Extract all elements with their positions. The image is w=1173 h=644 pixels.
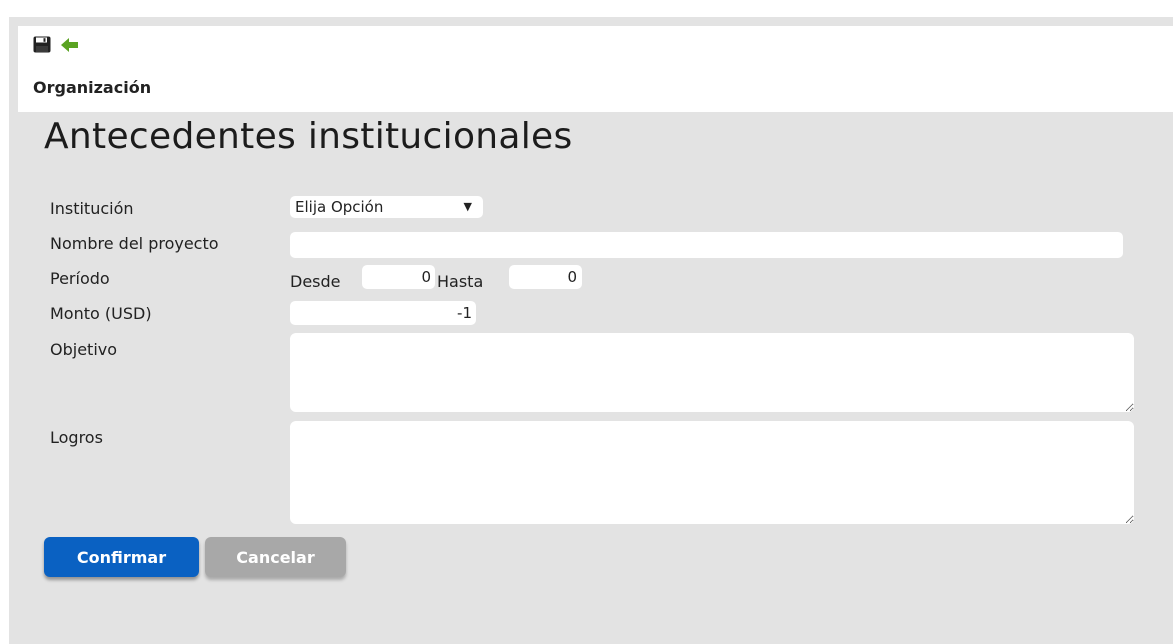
- institucion-label: Institución: [50, 199, 134, 218]
- save-icon[interactable]: [33, 36, 51, 53]
- logros-textarea[interactable]: [290, 421, 1134, 524]
- confirm-button[interactable]: Confirmar: [44, 537, 199, 577]
- objetivo-label: Objetivo: [50, 340, 118, 359]
- hasta-input[interactable]: [509, 265, 582, 289]
- monto-input[interactable]: [290, 301, 476, 325]
- header-bar: Organización: [18, 26, 1173, 112]
- back-arrow-icon[interactable]: [61, 38, 79, 52]
- nombre-proyecto-input[interactable]: [290, 232, 1123, 258]
- hasta-label: Hasta: [437, 272, 484, 291]
- institucion-select[interactable]: Elija Opción ▼: [290, 196, 483, 218]
- monto-label: Monto (USD): [50, 304, 152, 323]
- logros-label: Logros: [50, 428, 103, 447]
- desde-input[interactable]: [362, 265, 435, 289]
- cancel-button[interactable]: Cancelar: [205, 537, 346, 577]
- institucion-selected-value: Elija Opción: [295, 198, 384, 216]
- periodo-label: Período: [50, 269, 110, 288]
- page-title: Antecedentes institucionales: [44, 116, 573, 157]
- nombre-proyecto-label: Nombre del proyecto: [50, 234, 219, 253]
- organization-title: Organización: [33, 78, 152, 97]
- objetivo-textarea[interactable]: [290, 333, 1134, 412]
- dropdown-arrow-icon: ▼: [463, 200, 472, 213]
- desde-label: Desde: [290, 272, 341, 291]
